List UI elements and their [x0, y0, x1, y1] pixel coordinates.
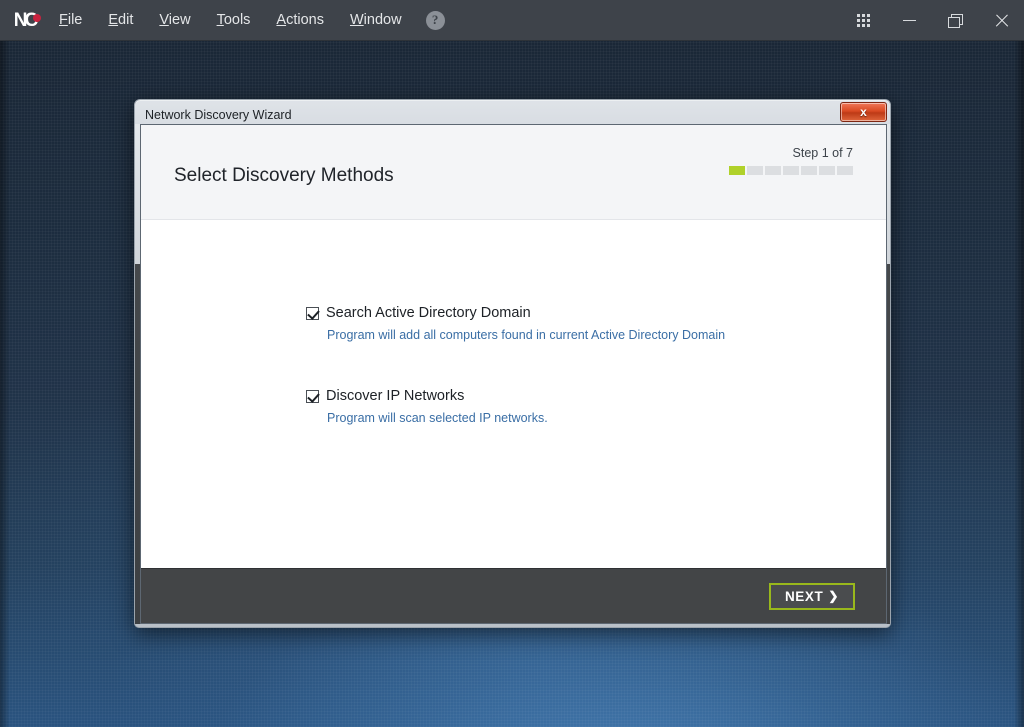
menu-file-label: ile: [67, 12, 83, 28]
help-icon[interactable]: ?: [425, 10, 445, 30]
menu-actions[interactable]: Actions: [263, 8, 337, 32]
option-description: Program will add all computers found in …: [327, 328, 726, 343]
dialog-title: Network Discovery Wizard: [145, 107, 292, 122]
option-header: Discover IP Networks: [306, 387, 548, 405]
option-header: Search Active Directory Domain: [306, 304, 725, 322]
restore-icon: [948, 13, 963, 28]
menu-actions-label: ctions: [286, 12, 324, 28]
minimize-button[interactable]: [886, 0, 932, 41]
dialog-close-button[interactable]: x: [840, 102, 887, 122]
wizard-header: Select Discovery Methods Step 1 of 7: [141, 125, 886, 220]
step-segment-6: [819, 166, 835, 175]
close-icon: [994, 13, 1009, 28]
apps-grid-button[interactable]: [840, 0, 886, 41]
step-segment-1: [729, 166, 745, 175]
option-discover-ip-networks[interactable]: Discover IP Networks Program will scan s…: [306, 387, 548, 426]
page-title: Select Discovery Methods: [174, 165, 394, 186]
option-label: Discover IP Networks: [326, 388, 465, 404]
menu-window-label: indow: [363, 12, 402, 28]
menu-view[interactable]: View: [146, 8, 203, 32]
network-discovery-wizard-dialog: Network Discovery Wizard x Select Discov…: [134, 99, 891, 628]
menu-view-label: iew: [168, 12, 191, 28]
app-logo-icon: N C: [6, 0, 46, 41]
step-segment-4: [783, 166, 799, 175]
step-label: Step 1 of 7: [792, 146, 853, 160]
wizard-footer: NEXT ❯: [141, 568, 886, 623]
menu-file[interactable]: File: [46, 8, 95, 32]
step-segment-7: [837, 166, 853, 175]
step-segment-3: [765, 166, 781, 175]
minimize-icon: [902, 19, 916, 21]
menu-edit[interactable]: Edit: [95, 8, 146, 32]
step-segment-2: [747, 166, 763, 175]
menu-tools-label: ools: [223, 12, 251, 28]
step-progress-bar: [729, 166, 853, 175]
wizard-content: Search Active Directory Domain Program w…: [141, 220, 886, 568]
step-segment-5: [801, 166, 817, 175]
window-controls: [840, 0, 1024, 41]
checkbox-search-active-directory-domain[interactable]: [306, 307, 319, 320]
restore-button[interactable]: [932, 0, 978, 41]
option-label: Search Active Directory Domain: [326, 305, 531, 321]
dialog-titlebar[interactable]: Network Discovery Wizard x: [135, 100, 892, 127]
app-logo-dot: [33, 13, 41, 22]
checkbox-discover-ip-networks[interactable]: [306, 390, 319, 403]
close-button[interactable]: [978, 0, 1024, 41]
apps-grid-icon: [856, 13, 870, 27]
chevron-right-icon: ❯: [828, 589, 839, 603]
dialog-body: Select Discovery Methods Step 1 of 7 Sea…: [140, 124, 887, 624]
step-indicator: Step 1 of 7: [729, 146, 853, 175]
menu-window[interactable]: Window: [337, 8, 415, 32]
desktop-edge-left: [0, 41, 10, 727]
menu-edit-label: dit: [118, 12, 134, 28]
application-titlebar: N C File Edit View Tools Actions Window …: [0, 0, 1024, 41]
next-button[interactable]: NEXT ❯: [768, 582, 855, 610]
next-button-label: NEXT: [784, 588, 824, 604]
menu-tools[interactable]: Tools: [204, 8, 264, 32]
desktop-edge-right: [1014, 41, 1024, 727]
option-description: Program will scan selected IP networks.: [327, 411, 548, 426]
option-search-active-directory-domain[interactable]: Search Active Directory Domain Program w…: [306, 304, 725, 343]
